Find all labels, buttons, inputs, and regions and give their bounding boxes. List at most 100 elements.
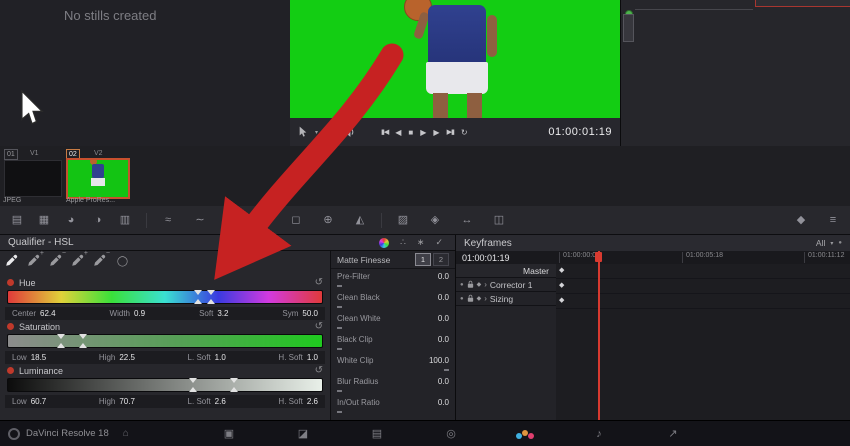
auto-keyframe-icon[interactable]: ◆ — [477, 296, 482, 302]
page-fairlight-button[interactable]: ♪ — [592, 428, 606, 440]
pointer-tool-caret-icon[interactable]: ▾ — [315, 129, 318, 136]
selected-node-fragment[interactable] — [755, 0, 850, 7]
pre-filter-value[interactable]: 0.0 — [438, 272, 449, 281]
page-cut-button[interactable]: ◪ — [296, 428, 310, 440]
page-deliver-button[interactable]: ↗ — [666, 428, 680, 440]
track-row-sizing[interactable]: ● ◆ › Sizing — [456, 292, 556, 306]
clip-thumbnail[interactable] — [4, 160, 62, 197]
eyedropper-icon[interactable] — [5, 254, 20, 269]
keyframes-ruler[interactable]: 01:00:01:19 01:00:00:00 01:00:05:18 01:0… — [456, 251, 850, 265]
keyframes-track-area[interactable]: ◆ ◆ ◆ — [556, 264, 850, 420]
slider-tick[interactable] — [337, 390, 342, 392]
keyframe-marker[interactable]: ◆ — [559, 267, 564, 274]
key-icon[interactable]: ◈ — [426, 214, 444, 226]
camera-raw-icon[interactable]: ▤ — [8, 214, 26, 226]
speaker-icon[interactable] — [343, 126, 356, 138]
black-clip-value[interactable]: 0.0 — [438, 335, 449, 344]
hue-reset-icon[interactable]: ↺ — [315, 277, 323, 288]
blur-radius-value[interactable]: 0.0 — [438, 377, 449, 386]
page-edit-button[interactable]: ▤ — [370, 428, 384, 440]
slider-tick[interactable] — [337, 348, 342, 350]
track-row-master[interactable]: Master — [456, 264, 556, 278]
node-stub[interactable] — [623, 14, 634, 42]
white-clip-value[interactable]: 100.0 — [429, 356, 449, 365]
lock-icon[interactable] — [467, 280, 474, 289]
sizing-icon[interactable]: ↔ — [458, 214, 476, 226]
track-enable-dot[interactable]: ● — [460, 296, 464, 302]
slider-tick[interactable] — [337, 327, 342, 329]
nodes-icon[interactable]: ∴ — [400, 238, 406, 247]
color-wheel-icon[interactable] — [379, 237, 390, 248]
color-warper-icon[interactable]: ◇ — [223, 214, 241, 226]
eyedropper-add-icon[interactable]: + — [27, 250, 44, 269]
clip-number-badge[interactable]: 01 — [4, 149, 18, 160]
expand-chevron-icon[interactable]: › — [484, 280, 487, 289]
mask-invert-icon[interactable]: ◯ — [115, 254, 130, 269]
hue-range-bar[interactable] — [7, 290, 323, 304]
eyedropper-subtract-icon[interactable]: − — [49, 250, 66, 269]
page-media-button[interactable]: ▣ — [222, 428, 236, 440]
node-editor-panel[interactable] — [620, 0, 850, 146]
tracker-icon[interactable]: ⊕ — [319, 214, 337, 226]
page-color-button[interactable] — [518, 429, 532, 436]
filter-caret-icon[interactable]: ▾ — [830, 240, 833, 247]
project-manager-icon[interactable]: ⌂ — [123, 428, 129, 439]
saturation-range-bar[interactable] — [7, 334, 323, 348]
jump-end-button[interactable]: ▶▮ — [447, 128, 455, 136]
qualifier-icon[interactable] — [255, 212, 273, 228]
page-fusion-button[interactable]: ◎ — [444, 428, 458, 440]
luminance-range-bar[interactable] — [7, 378, 323, 392]
hue-center-value[interactable]: 62.4 — [40, 309, 56, 318]
saturation-low-value[interactable]: 18.5 — [31, 353, 47, 362]
keyframes-toggle-icon[interactable]: ◆ — [792, 214, 810, 226]
unmix-icon[interactable] — [325, 127, 340, 140]
window-icon[interactable]: ◻ — [287, 214, 305, 226]
auto-keyframe-icon[interactable]: ◆ — [477, 282, 482, 288]
keyframe-marker[interactable]: ◆ — [559, 297, 564, 304]
curves-icon[interactable]: ∼ — [191, 214, 209, 226]
lock-icon[interactable] — [467, 294, 474, 303]
luminance-lsoft-value[interactable]: 2.6 — [215, 397, 226, 406]
saturation-reset-icon[interactable]: ↺ — [315, 321, 323, 332]
color-wheels-icon[interactable]: ◕ — [62, 214, 80, 226]
expand-chevron-icon[interactable]: › — [484, 294, 487, 303]
panel-menu-icon[interactable]: ≡ — [824, 214, 842, 226]
pointer-tool-icon[interactable] — [298, 126, 308, 138]
hue-width-value[interactable]: 0.9 — [134, 309, 145, 318]
track-lane[interactable]: ◆ — [556, 279, 850, 294]
softness-add-icon[interactable]: + — [71, 250, 88, 269]
panel-options-icon[interactable]: ● — [838, 240, 842, 246]
saturation-lsoft-value[interactable]: 1.0 — [215, 353, 226, 362]
saturation-enable-dot[interactable] — [7, 323, 14, 330]
hdr-icon[interactable]: ◑ — [89, 214, 107, 226]
matte-check-icon[interactable]: ✓ — [435, 238, 443, 247]
slider-tick[interactable] — [337, 306, 342, 308]
snowflake-icon[interactable]: ∗ — [417, 238, 425, 247]
loop-button[interactable]: ↻ — [461, 128, 468, 137]
slider-tick[interactable] — [444, 369, 449, 371]
softness-subtract-icon[interactable]: − — [93, 250, 110, 269]
matte-page-2-button[interactable]: 2 — [433, 253, 449, 266]
color-match-icon[interactable]: ▦ — [35, 214, 53, 226]
keyframes-filter[interactable]: All — [816, 238, 825, 248]
slider-tick[interactable] — [337, 285, 342, 287]
luminance-reset-icon[interactable]: ↺ — [315, 365, 323, 376]
magic-mask-icon[interactable]: ◭ — [351, 214, 369, 226]
track-row-corrector[interactable]: ● ◆ › Corrector 1 — [456, 278, 556, 292]
motion-effects-icon[interactable]: ≈ — [159, 214, 177, 226]
slider-tick[interactable] — [337, 411, 342, 413]
luminance-hsoft-value[interactable]: 2.6 — [307, 397, 318, 406]
hue-sym-value[interactable]: 50.0 — [302, 309, 318, 318]
viewer-canvas[interactable] — [290, 0, 620, 118]
play-button[interactable]: ▶ — [420, 128, 426, 137]
matte-page-1-button[interactable]: 1 — [415, 253, 431, 266]
luminance-high-value[interactable]: 70.7 — [119, 397, 135, 406]
jump-start-button[interactable]: ▮◀ — [381, 128, 389, 136]
clean-white-value[interactable]: 0.0 — [438, 314, 449, 323]
rgb-mixer-icon[interactable]: ▥ — [116, 214, 134, 226]
saturation-high-value[interactable]: 22.5 — [119, 353, 135, 362]
step-forward-button[interactable]: ▶ — [433, 128, 439, 137]
keyframe-marker[interactable]: ◆ — [559, 282, 564, 289]
track-lane[interactable]: ◆ — [556, 264, 850, 279]
stereo-3d-icon[interactable]: ◫ — [490, 214, 508, 226]
